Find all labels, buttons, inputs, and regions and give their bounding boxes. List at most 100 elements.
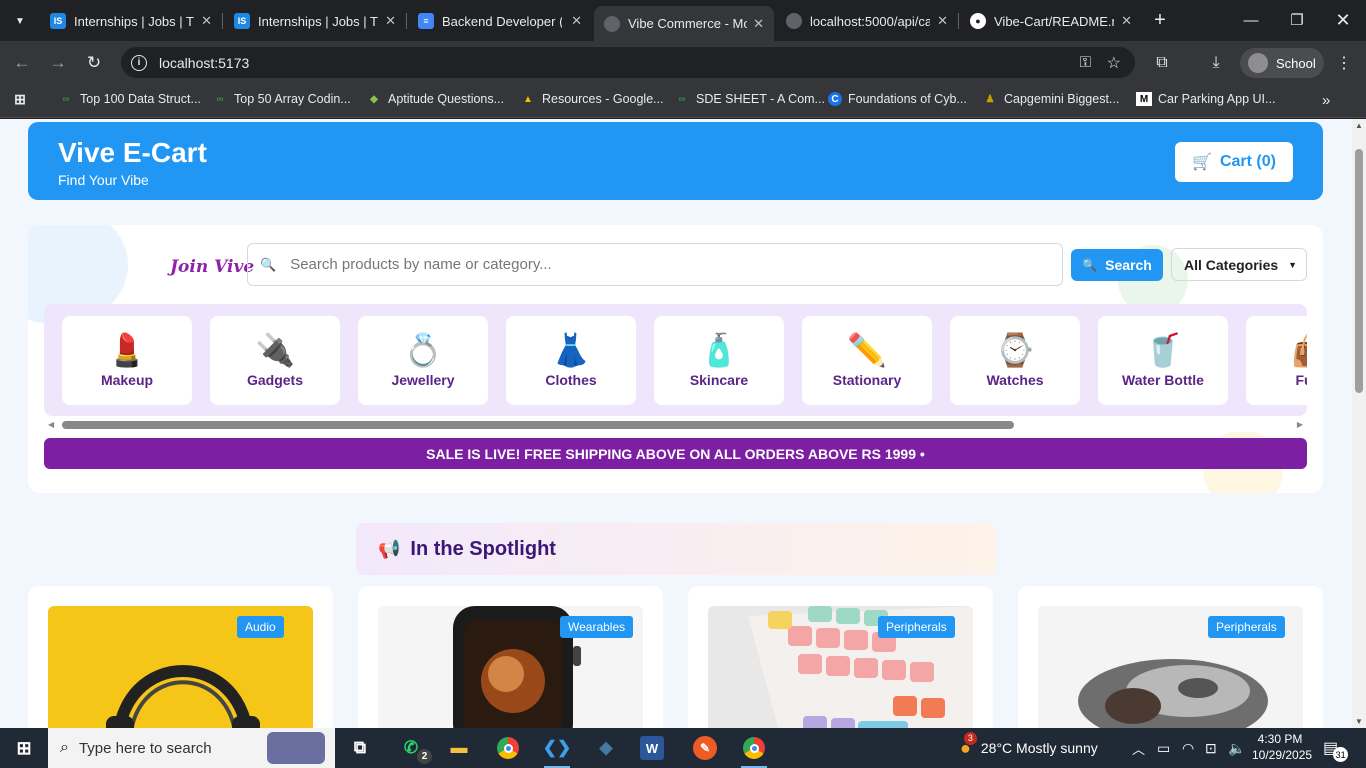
tab-title: Vibe-Cart/README.m	[994, 13, 1114, 29]
chrome-profile-icon[interactable]	[739, 734, 769, 768]
page-viewport: Vive E-Cart Find Your Vibe 🛒 Cart (0) Jo…	[0, 119, 1352, 728]
file-explorer-icon[interactable]: ▬	[444, 734, 474, 762]
search-card: Join Vive 🔍 Search products by name or c…	[28, 225, 1323, 493]
site-info-icon[interactable]: i	[131, 54, 147, 71]
ring-icon: 💍	[403, 332, 443, 368]
category-watches[interactable]: ⌚ Watches	[950, 316, 1080, 405]
taskbar-search[interactable]: ⌕ Type here to search	[48, 728, 335, 768]
whatsapp-icon[interactable]: ✆ 2	[396, 734, 432, 764]
bookmark-item[interactable]: ∞ Top 50 Array Codin...	[212, 92, 350, 106]
scrollbar-thumb[interactable]	[62, 421, 1014, 429]
product-card[interactable]: Audio	[28, 586, 333, 728]
tab-search-button[interactable]: ▼	[0, 6, 40, 36]
minimize-button[interactable]: —	[1228, 0, 1274, 40]
battery-icon[interactable]: ▭	[1157, 728, 1170, 768]
restore-button[interactable]: ❐	[1274, 0, 1320, 40]
chrome-icon[interactable]	[493, 734, 523, 762]
volume-icon[interactable]: 🔈	[1228, 728, 1245, 768]
more-bookmarks-icon[interactable]: »	[1322, 92, 1330, 109]
page-scrollbar[interactable]: ▲ ▼	[1352, 119, 1366, 728]
tray-chevron-icon[interactable]: ︿	[1132, 728, 1145, 768]
lipstick-icon: 💄	[107, 332, 147, 368]
close-window-button[interactable]: ✕	[1320, 0, 1366, 40]
close-icon[interactable]: ✕	[565, 13, 582, 29]
internshala-icon: IS	[50, 13, 66, 29]
search-button[interactable]: 🔍 Search	[1071, 249, 1163, 281]
word-icon[interactable]: W	[640, 736, 664, 760]
category-badge: Audio	[237, 616, 284, 638]
postman-icon[interactable]: ✎	[690, 734, 720, 762]
cart-icon: 🛒	[1192, 154, 1212, 171]
extensions-icon[interactable]: ⧉	[1151, 52, 1173, 74]
weather-widget[interactable]: ● 3 28°C Mostly sunny	[960, 728, 1098, 768]
mysql-workbench-icon[interactable]: ◆	[591, 734, 621, 762]
cart-button[interactable]: 🛒 Cart (0)	[1175, 142, 1293, 182]
vscode-icon[interactable]: ❮❯	[542, 734, 572, 768]
tab-separator	[222, 13, 223, 29]
download-icon[interactable]: ⤓	[1205, 52, 1227, 74]
category-badge: Wearables	[560, 616, 634, 638]
globe-icon	[604, 15, 620, 32]
bookmark-item[interactable]: ∞ Top 100 Data Struct...	[58, 92, 200, 106]
tab-backend-developer[interactable]: ≡ Backend Developer (I ✕	[408, 6, 592, 36]
close-icon[interactable]: ✕	[195, 13, 212, 29]
scroll-down-icon[interactable]: ▼	[1355, 717, 1363, 726]
category-select[interactable]: All Categories ▼	[1171, 248, 1307, 281]
category-jewellery[interactable]: 💍 Jewellery	[358, 316, 488, 405]
star-icon[interactable]: ☆	[1107, 53, 1121, 73]
close-icon[interactable]: ✕	[747, 16, 764, 32]
reload-icon[interactable]: ↻	[80, 49, 108, 77]
clock[interactable]: 4:30 PM 10/29/2025	[1252, 731, 1312, 763]
close-icon[interactable]: ✕	[1115, 13, 1132, 29]
close-icon[interactable]: ✕	[379, 13, 396, 29]
category-skincare[interactable]: 🧴 Skincare	[654, 316, 784, 405]
forward-icon[interactable]: →	[44, 49, 72, 77]
category-stationary[interactable]: ✏️ Stationary	[802, 316, 932, 405]
tab-internships-1[interactable]: IS Internships | Jobs | Tra ✕	[40, 6, 222, 36]
address-bar[interactable]: i localhost:5173 ⚿ ☆	[121, 47, 1135, 78]
meet-now-icon[interactable]: ⊡	[1205, 728, 1217, 768]
tab-github-readme[interactable]: ● Vibe-Cart/README.m ✕	[960, 6, 1142, 36]
windows-start-icon[interactable]: ⊞	[9, 734, 39, 762]
scroll-up-icon[interactable]: ▲	[1355, 121, 1363, 130]
tab-internships-2[interactable]: IS Internships | Jobs | Tra ✕	[224, 6, 406, 36]
scroll-left-icon[interactable]: ◀	[48, 420, 54, 429]
bookmark-item[interactable]: C Foundations of Cyb...	[828, 92, 967, 106]
category-label: Makeup	[100, 372, 154, 388]
tab-vibe-commerce[interactable]: Vibe Commerce - Mo ✕	[594, 6, 774, 41]
gfg-icon: ∞	[678, 93, 686, 105]
profile-button[interactable]: School	[1240, 48, 1324, 78]
close-icon[interactable]: ✕	[931, 13, 948, 29]
bookmark-item[interactable]: ♟ Capgemini Biggest...	[982, 92, 1120, 106]
category-water-bottle[interactable]: 🥤 Water Bottle	[1098, 316, 1228, 405]
url-text: localhost:5173	[159, 54, 250, 71]
megaphone-icon: 📢	[378, 538, 401, 559]
taskbar-search-placeholder: Type here to search	[78, 739, 212, 757]
category-gadgets[interactable]: 🔌 Gadgets	[210, 316, 340, 405]
category-furn[interactable]: 👜 Furn	[1246, 316, 1307, 405]
menu-icon[interactable]: ⋮	[1333, 52, 1355, 74]
search-icon: 🔍	[260, 256, 277, 272]
scrollbar-thumb[interactable]	[1355, 149, 1363, 393]
scroll-right-icon[interactable]: ▶	[1297, 420, 1303, 429]
category-clothes[interactable]: 👗 Clothes	[506, 316, 636, 405]
bookmark-item[interactable]: ▲ Resources - Google...	[520, 92, 664, 106]
search-input[interactable]: 🔍 Search products by name or category...	[247, 243, 1063, 286]
product-card[interactable]: Wearables	[358, 586, 663, 728]
bookmark-item[interactable]: ◆ Aptitude Questions...	[366, 92, 504, 106]
back-icon[interactable]: ←	[8, 49, 36, 77]
task-view-icon[interactable]: ⧉	[345, 734, 375, 762]
notifications-icon[interactable]: ▤ 31	[1323, 728, 1349, 768]
bookmark-item[interactable]: M Car Parking App UI...	[1136, 92, 1275, 106]
apps-icon[interactable]: ⊞	[12, 91, 34, 107]
wifi-icon[interactable]: ◠	[1182, 728, 1194, 768]
bookmark-item[interactable]: ∞ SDE SHEET - A Com...	[674, 92, 825, 106]
product-card[interactable]: Peripherals	[1018, 586, 1323, 728]
key-icon[interactable]: ⚿	[1080, 54, 1091, 71]
tab-localhost-api[interactable]: localhost:5000/api/ca ✕	[776, 6, 958, 36]
brand-title[interactable]: Vive E-Cart	[58, 137, 207, 169]
product-card[interactable]: Peripherals	[688, 586, 993, 728]
category-scrollbar[interactable]: ◀ ▶	[44, 416, 1307, 432]
category-makeup[interactable]: 💄 Makeup	[62, 316, 192, 405]
new-tab-button[interactable]: +	[1140, 0, 1180, 40]
